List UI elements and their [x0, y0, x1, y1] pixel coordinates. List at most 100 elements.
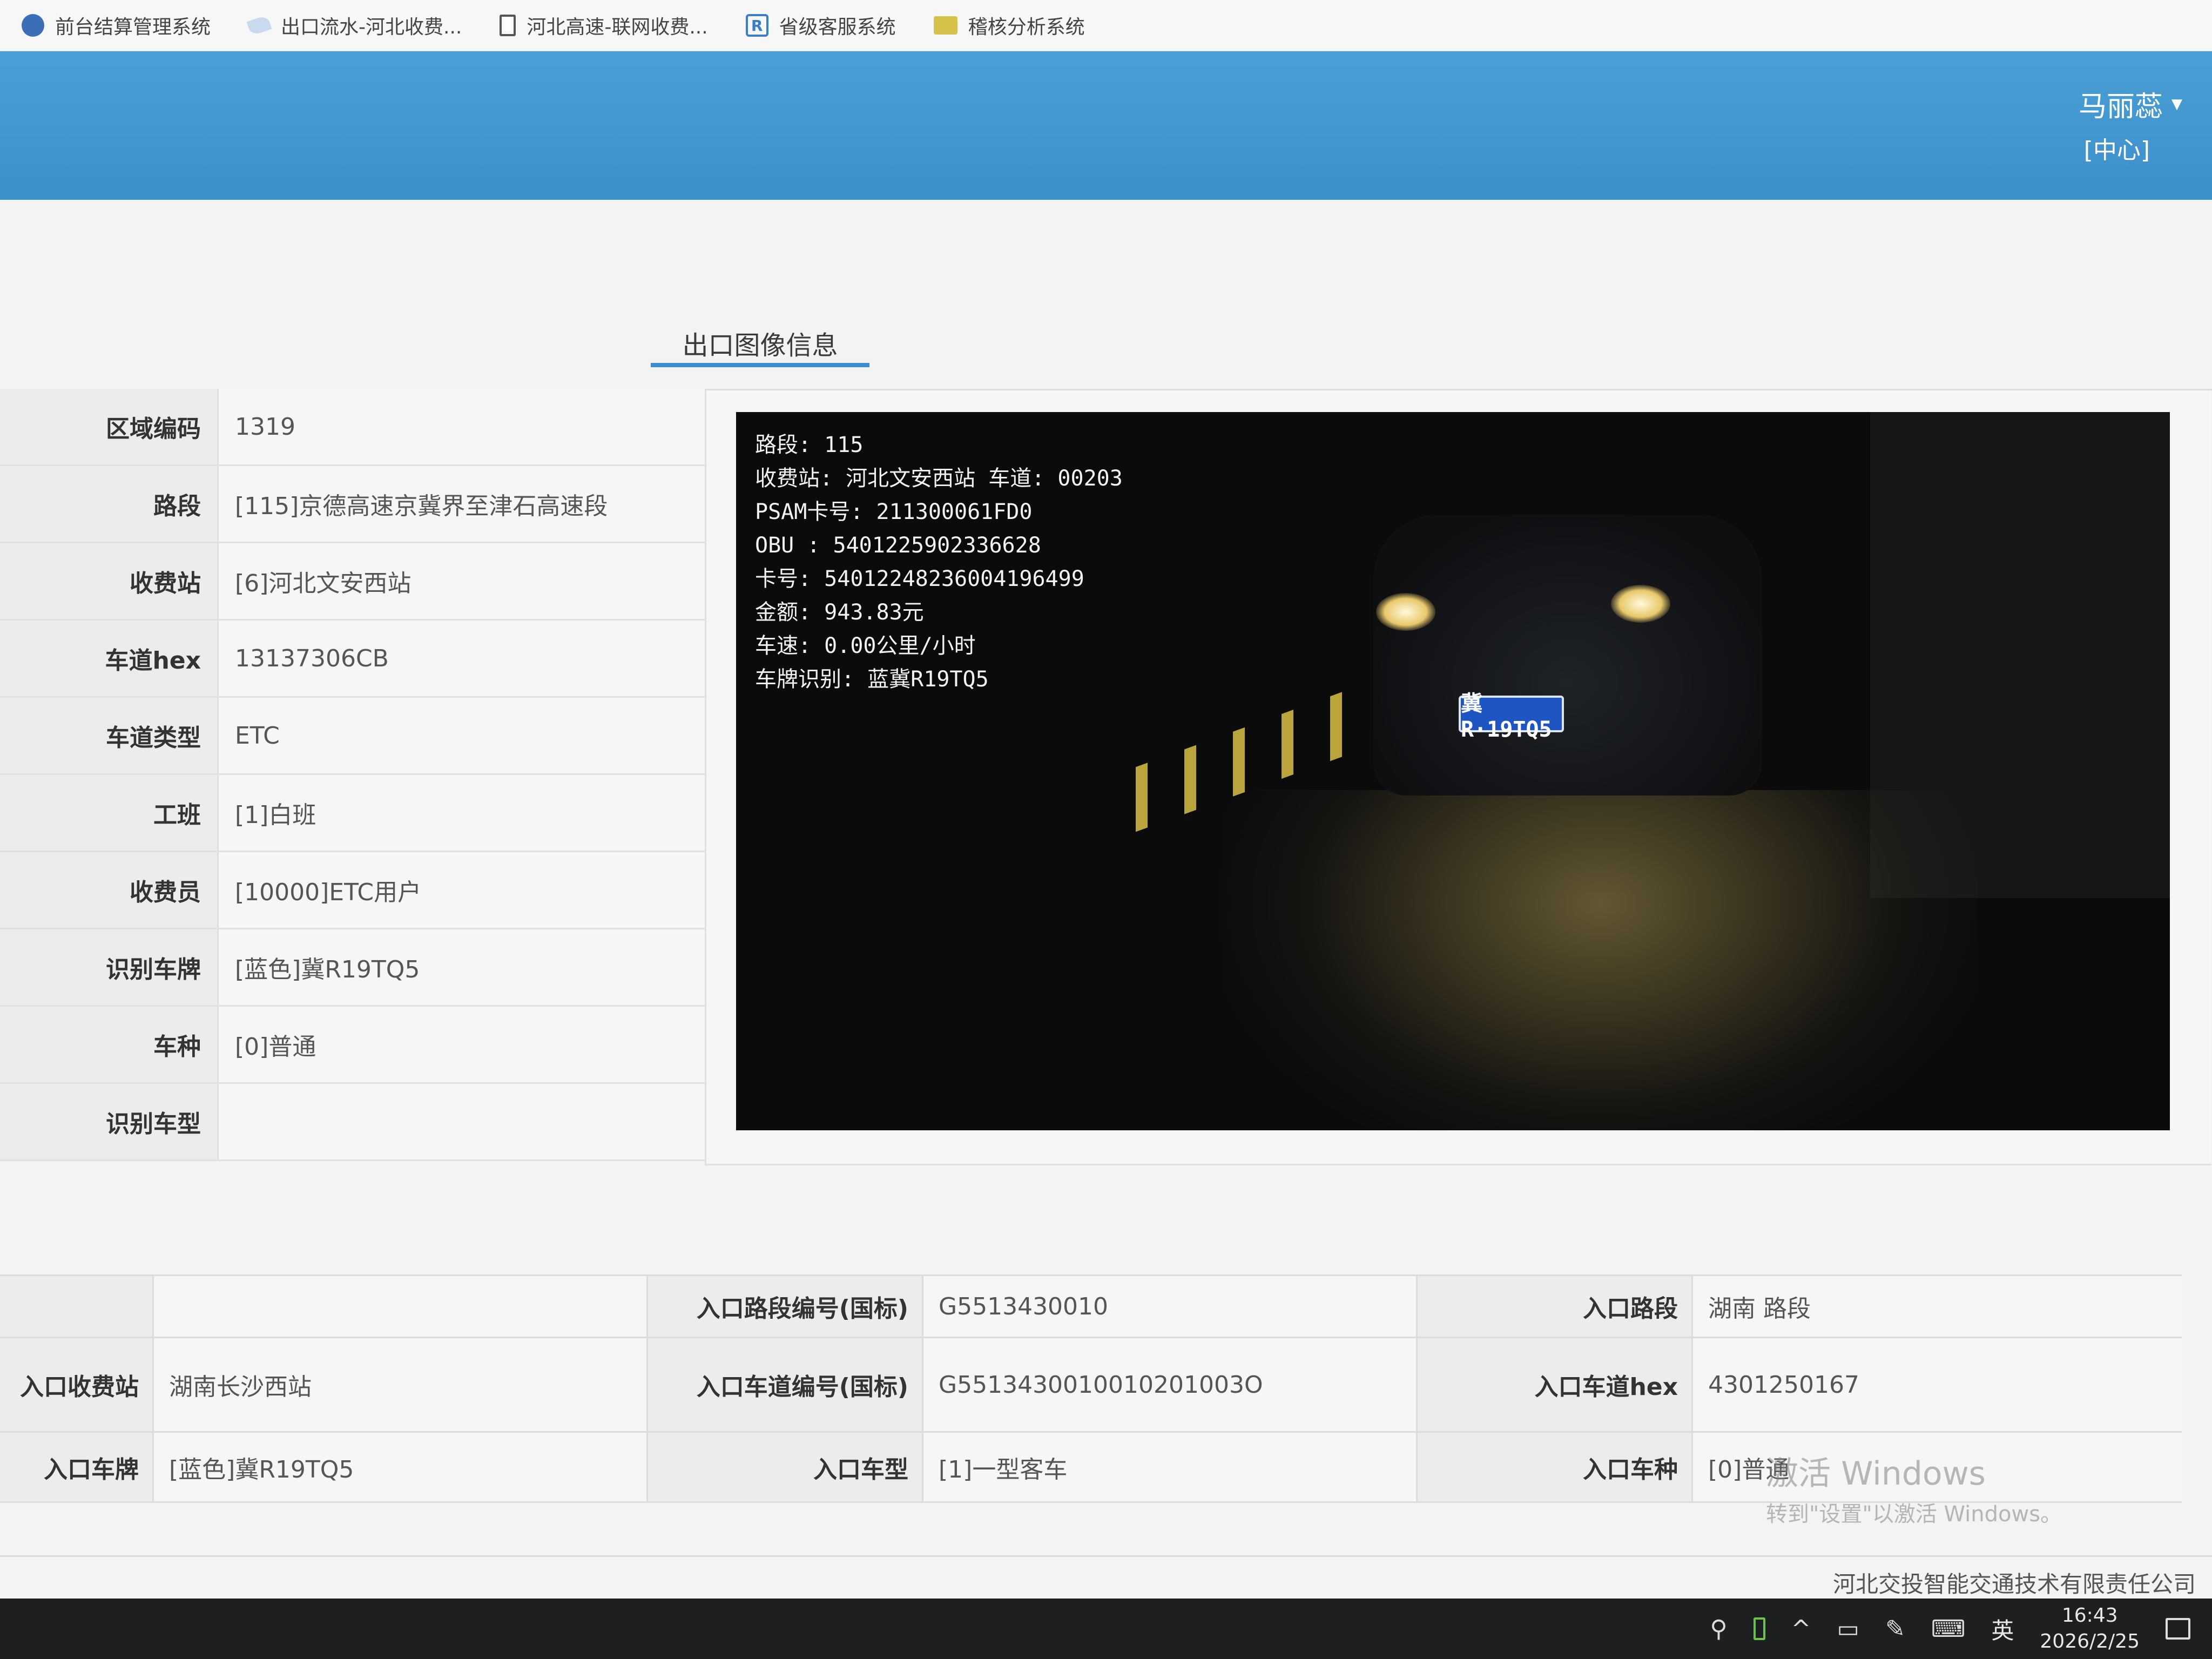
- folder-icon: [933, 16, 957, 35]
- entry-value: 湖南长沙西站: [154, 1338, 648, 1431]
- exit-detail-table: 区域编码 1319 路段 [115]京德高速京冀界至津石高速段 收费站 [6]河北文安…: [0, 389, 705, 1161]
- entry-value: G5513430010: [923, 1276, 1418, 1337]
- entry-row: 入口路段编号(国标) G5513430010 入口路段 湖南 路段: [0, 1276, 2182, 1338]
- chevron-up-icon[interactable]: ^: [1791, 1615, 1811, 1643]
- detail-value: [蓝色]冀R19TQ5: [219, 929, 705, 1005]
- user-name[interactable]: 马丽蕊: [2079, 84, 2163, 124]
- app-header: 马丽蕊 ▼ [中心]: [0, 51, 2212, 200]
- detail-value: [0]普通: [219, 1007, 705, 1082]
- camera-overlay-text: 路段: 115 收费站: 河北文安西站 车道: 00203 PSAM卡号: 2113…: [755, 428, 1123, 696]
- entry-value: [蓝色]冀R19TQ5: [154, 1433, 648, 1501]
- detail-value: [6]河北文安西站: [219, 543, 705, 619]
- entry-label: 入口收费站: [0, 1338, 154, 1431]
- detail-row: 车种 [0]普通: [0, 1007, 705, 1084]
- bookmark-label: 河北高速-联网收费...: [527, 16, 708, 38]
- bookmark-label: 前台结算管理系统: [55, 16, 211, 38]
- detail-label: 识别车型: [0, 1084, 219, 1159]
- watermark-title: 激活 Windows: [1766, 1455, 1986, 1493]
- camera-road-glow: [1222, 790, 1978, 1130]
- entry-row: 入口收费站 湖南长沙西站 入口车道编号(国标) G551343001001020…: [0, 1338, 2182, 1433]
- bookmark-item[interactable]: 前台结算管理系统: [22, 11, 211, 39]
- detail-row: 路段 [115]京德高速京冀界至津石高速段: [0, 466, 705, 543]
- watermark-subtitle: 转到"设置"以激活 Windows。: [1766, 1502, 2062, 1527]
- people-icon[interactable]: ⚲: [1710, 1615, 1727, 1643]
- overlay-line: 车速: 0.00公里/小时: [755, 633, 976, 658]
- detail-value: ETC: [219, 698, 705, 773]
- camera-vehicle: [1373, 515, 1762, 795]
- entry-label: 入口车道hex: [1418, 1338, 1693, 1431]
- bookmark-item[interactable]: R 省级客服系统: [745, 11, 896, 39]
- entry-label: 入口车种: [1418, 1433, 1693, 1501]
- bookmark-item[interactable]: 稽核分析系统: [933, 11, 1085, 39]
- overlay-line: 收费站: 河北文安西站 车道: 00203: [755, 466, 1123, 491]
- detail-label: 工班: [0, 775, 219, 851]
- overlay-line: 路段: 115: [755, 433, 864, 457]
- overlay-line: 金额: 943.83元: [755, 600, 924, 625]
- exit-camera-image[interactable]: 冀R·19TQ5 路段: 115 收费站: 河北文安西站 车道: 00203 PSA…: [736, 412, 2170, 1130]
- detail-row: 识别车牌 [蓝色]冀R19TQ5: [0, 929, 705, 1007]
- detail-row: 收费站 [6]河北文安西站: [0, 543, 705, 621]
- detail-row: 区域编码 1319: [0, 389, 705, 466]
- tab-exit-image-info[interactable]: 出口图像信息: [651, 324, 869, 367]
- headlight-left: [1376, 593, 1435, 631]
- detail-value: [115]京德高速京冀界至津石高速段: [219, 466, 705, 542]
- entry-label: [0, 1276, 154, 1337]
- pen-icon[interactable]: ✎: [1885, 1615, 1905, 1643]
- detail-label: 识别车牌: [0, 929, 219, 1005]
- overlay-line: 车牌识别: 蓝冀R19TQ5: [755, 667, 989, 692]
- user-role: [中心]: [2083, 137, 2150, 164]
- keyboard-icon[interactable]: ⌨: [1931, 1615, 1966, 1643]
- document-icon: [500, 15, 516, 36]
- detail-value: 13137306CB: [219, 621, 705, 696]
- detail-label: 收费员: [0, 852, 219, 928]
- detail-label: 路段: [0, 466, 219, 542]
- main-content: 出口图像信息 区域编码 1319 路段 [115]京德高速京冀界至津石高速段 收费站…: [0, 200, 2212, 1599]
- detail-label: 区域编码: [0, 389, 219, 464]
- notification-icon[interactable]: [2166, 1618, 2190, 1640]
- windows-taskbar: ⚲ ^ ▭ ✎ ⌨ 英 16:43 2026/2/25: [0, 1599, 2212, 1659]
- entry-value: 4301250167: [1693, 1338, 2182, 1431]
- detail-row: 工班 [1]白班: [0, 775, 705, 852]
- bookmark-label: 稽核分析系统: [968, 16, 1085, 38]
- detail-label: 车种: [0, 1007, 219, 1082]
- license-plate: 冀R·19TQ5: [1459, 691, 1564, 742]
- bookmark-item[interactable]: 出口流水-河北收费...: [246, 11, 462, 39]
- detail-row: 识别车型: [0, 1084, 705, 1161]
- r-logo-icon: R: [745, 14, 768, 37]
- overlay-line: OBU : 5401225902336628: [755, 533, 1041, 558]
- entry-value: [154, 1276, 648, 1337]
- detail-row: 车道类型 ETC: [0, 698, 705, 775]
- user-menu[interactable]: 马丽蕊 ▼ [中心]: [2079, 84, 2182, 165]
- detail-label: 车道hex: [0, 621, 219, 696]
- detail-row: 收费员 [10000]ETC用户: [0, 852, 705, 929]
- clock-time: 16:43: [2061, 1604, 2118, 1627]
- network-icon[interactable]: ▭: [1837, 1615, 1859, 1643]
- footer-divider: [0, 1555, 2212, 1557]
- windows-activation-watermark: 激活 Windows 转到"设置"以激活 Windows。: [1766, 1447, 2062, 1528]
- overlay-line: PSAM卡号: 211300061FD0: [755, 500, 1033, 524]
- detail-value: [219, 1084, 705, 1159]
- caret-down-icon[interactable]: ▼: [2171, 96, 2182, 112]
- bookmark-label: 省级客服系统: [779, 16, 896, 38]
- clock-date: 2026/2/25: [2040, 1630, 2140, 1653]
- leaf-icon: [246, 15, 272, 36]
- entry-value: G5513430010010201003O: [923, 1338, 1418, 1431]
- ime-indicator[interactable]: 英: [1991, 1613, 2014, 1645]
- bookmarks-bar: 前台结算管理系统 出口流水-河北收费... 河北高速-联网收费... R 省级客…: [0, 0, 2212, 51]
- detail-value: [10000]ETC用户: [219, 852, 705, 928]
- detail-value: 1319: [219, 389, 705, 464]
- globe-icon: [22, 14, 44, 37]
- entry-label: 入口路段编号(国标): [648, 1276, 923, 1337]
- entry-value: [1]一型客车: [923, 1433, 1418, 1501]
- detail-label: 收费站: [0, 543, 219, 619]
- detail-value: [1]白班: [219, 775, 705, 851]
- bookmark-label: 出口流水-河北收费...: [281, 16, 462, 38]
- battery-icon[interactable]: [1753, 1617, 1765, 1640]
- entry-label: 入口车型: [648, 1433, 923, 1501]
- overlay-line: 卡号: 54012248236004196499: [755, 567, 1084, 591]
- exit-image-panel: 冀R·19TQ5 路段: 115 收费站: 河北文安西站 车道: 00203 PSA…: [705, 390, 2211, 1165]
- system-clock[interactable]: 16:43 2026/2/25: [2040, 1603, 2140, 1655]
- bookmark-item[interactable]: 河北高速-联网收费...: [500, 11, 708, 39]
- footer-company: 河北交投智能交通技术有限责任公司: [1832, 1571, 2196, 1597]
- entry-label: 入口车牌: [0, 1433, 154, 1501]
